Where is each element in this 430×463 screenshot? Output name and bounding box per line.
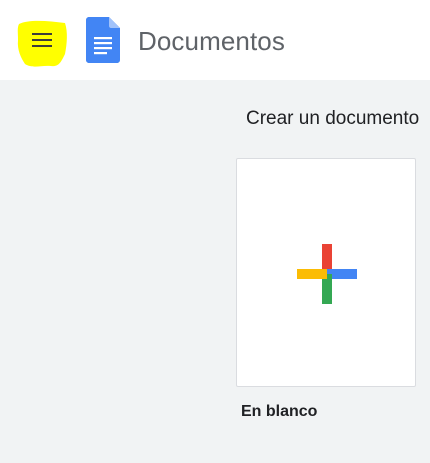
- blank-document-template[interactable]: [236, 158, 416, 387]
- create-document-heading: Crear un documento: [246, 108, 420, 129]
- main-menu-button[interactable]: [15, 18, 69, 70]
- hamburger-menu-icon: [32, 33, 52, 47]
- google-docs-logo-icon[interactable]: [86, 17, 120, 63]
- colorful-plus-icon: [297, 244, 357, 304]
- top-app-bar: Documentos: [0, 0, 430, 80]
- blank-template-label[interactable]: En blanco: [241, 401, 317, 423]
- app-title[interactable]: Documentos: [138, 24, 285, 58]
